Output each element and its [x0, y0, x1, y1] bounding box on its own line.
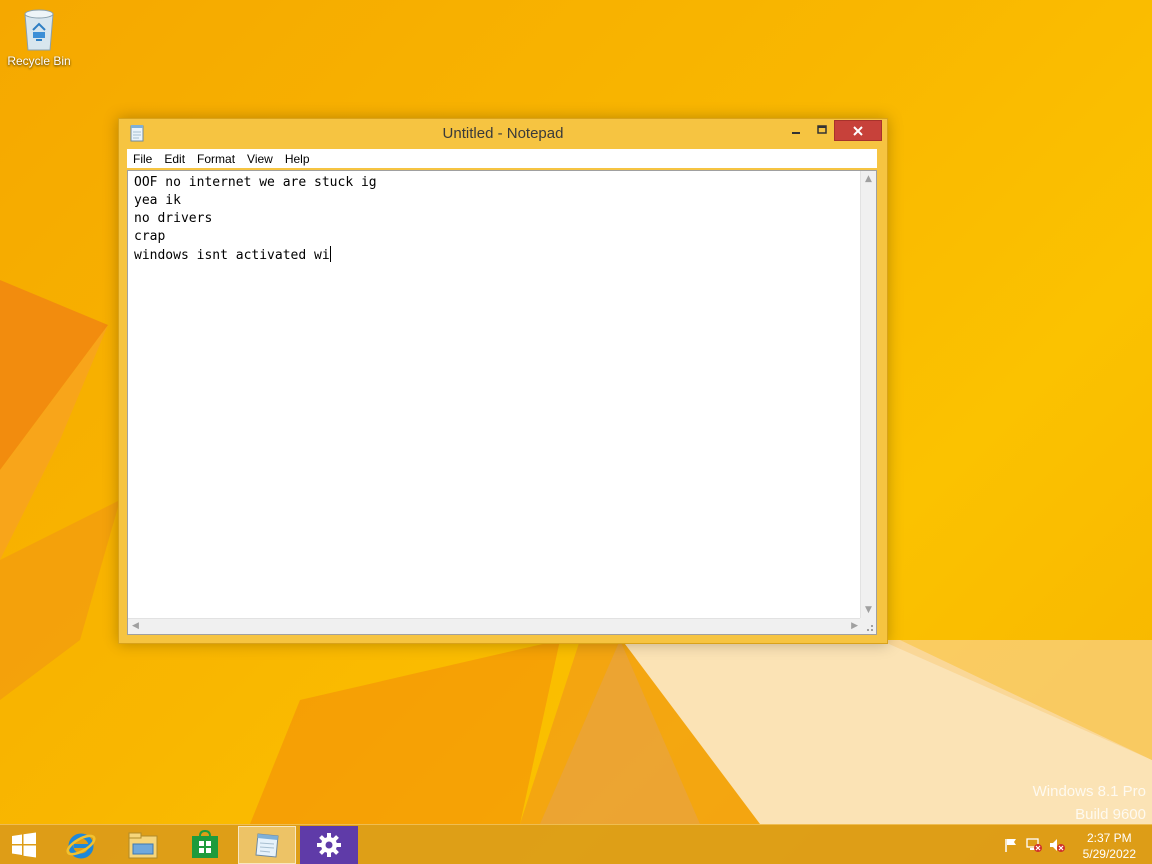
text-line: crap: [134, 229, 166, 244]
menu-view[interactable]: View: [241, 152, 279, 166]
menu-format[interactable]: Format: [191, 152, 241, 166]
taskbar-settings[interactable]: [300, 826, 358, 864]
taskbar-clock[interactable]: 2:37 PM 5/29/2022: [1083, 830, 1136, 862]
minimize-icon: [792, 131, 800, 134]
taskbar: 2:37 PM 5/29/2022: [0, 824, 1152, 864]
scroll-left-icon[interactable]: ◀: [132, 622, 139, 631]
menu-file[interactable]: File: [127, 152, 158, 166]
text-line: windows isnt activated wi: [134, 248, 330, 263]
text-line: yea ik: [134, 193, 181, 208]
notepad-window[interactable]: Untitled - Notepad File Edit Format View…: [118, 118, 888, 644]
settings-gear-icon: [317, 833, 341, 857]
text-editor[interactable]: OOF no internet we are stuck ig yea ik no …: [127, 170, 877, 635]
store-icon: [192, 830, 218, 858]
taskbar-notepad[interactable]: [238, 826, 296, 864]
scroll-right-icon[interactable]: ▶: [851, 622, 858, 631]
minimize-button[interactable]: [783, 120, 809, 139]
menu-help[interactable]: Help: [279, 152, 316, 166]
close-icon: [853, 125, 863, 136]
watermark-build: Build 9600: [1075, 806, 1146, 823]
recycle-bin-icon: [24, 9, 54, 51]
clock-time: 2:37 PM: [1086, 831, 1132, 845]
window-title: Untitled - Notepad: [442, 125, 564, 142]
notepad-icon: [255, 833, 279, 858]
horizontal-scrollbar[interactable]: ◀ ▶: [128, 618, 862, 634]
windows-watermark: Windows 8.1 Pro Build 9600: [1033, 780, 1146, 826]
internet-explorer-icon: [66, 833, 96, 859]
taskbar-store[interactable]: [176, 826, 234, 864]
resize-grip[interactable]: [860, 618, 876, 634]
clock-date: 5/29/2022: [1082, 847, 1136, 861]
taskbar-file-explorer[interactable]: [114, 826, 172, 864]
desktop-icon-recycle-bin[interactable]: Recycle Bin: [4, 6, 74, 68]
text-caret: [329, 246, 331, 262]
maximize-icon: [817, 124, 827, 134]
action-center-flag-icon: [1005, 839, 1016, 852]
action-center-button[interactable]: [1002, 837, 1020, 853]
text-line: OOF no internet we are stuck ig: [134, 175, 377, 190]
menu-edit[interactable]: Edit: [158, 152, 191, 166]
network-status-button[interactable]: [1025, 837, 1043, 853]
scroll-down-icon[interactable]: ▼: [865, 606, 872, 615]
windows-start-icon: [12, 832, 36, 858]
text-area[interactable]: OOF no internet we are stuck ig yea ik no …: [128, 171, 862, 619]
scroll-up-icon[interactable]: ▲: [865, 175, 872, 184]
close-button[interactable]: [834, 120, 882, 141]
network-disconnected-icon: [1026, 838, 1042, 852]
menu-bar: File Edit Format View Help: [127, 149, 877, 168]
file-explorer-icon: [128, 832, 158, 859]
desktop: Recycle Bin Untitled - Notepad File Edit…: [0, 0, 1152, 864]
start-button[interactable]: [0, 826, 48, 864]
volume-button[interactable]: [1048, 837, 1066, 853]
volume-muted-icon: [1050, 839, 1065, 852]
vertical-scrollbar[interactable]: ▲ ▼: [860, 171, 876, 619]
maximize-button[interactable]: [809, 120, 835, 139]
title-bar[interactable]: Untitled - Notepad: [119, 119, 887, 149]
text-line: no drivers: [134, 211, 213, 226]
watermark-edition: Windows 8.1 Pro: [1032, 783, 1146, 800]
desktop-icon-label: Recycle Bin: [7, 54, 71, 68]
resize-grip-icon: [867, 625, 873, 631]
taskbar-internet-explorer[interactable]: [52, 826, 110, 864]
